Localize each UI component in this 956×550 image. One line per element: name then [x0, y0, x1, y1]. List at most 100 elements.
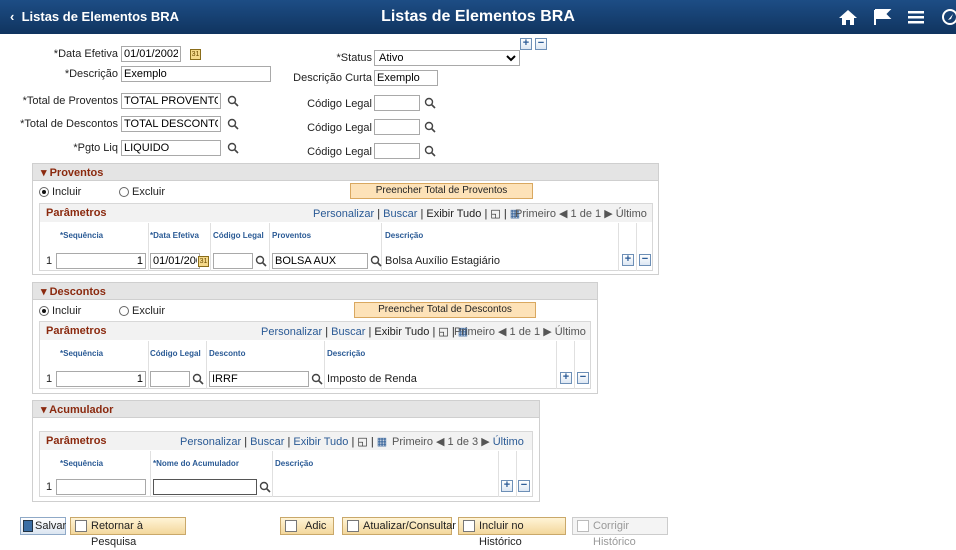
- total-descontos-label: *Total de Descontos: [20, 118, 118, 130]
- add-row-button[interactable]: +: [501, 480, 513, 492]
- primeiro-link[interactable]: Primeiro: [515, 208, 556, 220]
- add-row-button[interactable]: +: [520, 38, 532, 50]
- home-icon[interactable]: [838, 8, 858, 26]
- primeiro-link[interactable]: Primeiro: [392, 436, 433, 448]
- nome-acumulador-input[interactable]: [153, 479, 257, 495]
- download-icon[interactable]: ▦: [377, 436, 387, 448]
- primeiro-link[interactable]: Primeiro: [454, 326, 495, 338]
- sequencia-input[interactable]: [56, 479, 146, 495]
- delete-row-button[interactable]: −: [639, 254, 651, 266]
- total-descontos-input[interactable]: [121, 116, 221, 132]
- descricao-input[interactable]: [121, 66, 271, 82]
- search-icon[interactable]: [192, 373, 204, 385]
- acumulador-header[interactable]: ▾ Acumulador: [33, 401, 539, 418]
- separator: |: [484, 208, 488, 220]
- descontos-title[interactable]: ▾ Descontos: [41, 285, 106, 298]
- calendar-icon[interactable]: 31: [198, 256, 209, 267]
- personalizar-link[interactable]: Personalizar: [180, 436, 241, 448]
- search-icon[interactable]: [227, 118, 239, 130]
- search-icon[interactable]: [424, 145, 436, 157]
- save-icon: [23, 520, 33, 532]
- preencher-descontos-button[interactable]: Preencher Total de Descontos: [354, 302, 536, 318]
- proventos-header[interactable]: ▾ Proventos: [33, 164, 658, 181]
- zoom-icon[interactable]: ◱: [490, 208, 500, 220]
- prev-icon[interactable]: ◀: [559, 208, 567, 220]
- data-efetiva-input[interactable]: [150, 253, 200, 269]
- codigo-legal-input[interactable]: [374, 95, 420, 111]
- desconto-input[interactable]: [209, 371, 309, 387]
- codigo-legal-input[interactable]: [374, 143, 420, 159]
- buscar-link[interactable]: Buscar: [383, 208, 417, 220]
- search-icon[interactable]: [259, 481, 271, 493]
- proventos-group: ▾ Proventos Incluir Excluir Preencher To…: [32, 163, 659, 275]
- delete-row-button[interactable]: −: [577, 372, 589, 384]
- search-icon[interactable]: [227, 142, 239, 154]
- col-sequencia: *Sequência: [60, 459, 104, 468]
- acumulador-title[interactable]: ▾ Acumulador: [41, 403, 113, 416]
- status-select[interactable]: Ativo: [374, 50, 520, 66]
- sequencia-input[interactable]: [56, 371, 146, 387]
- incluir-radio[interactable]: [39, 306, 49, 316]
- search-icon[interactable]: [255, 255, 267, 267]
- buscar-link[interactable]: Buscar: [250, 436, 284, 448]
- add-icon: [285, 520, 297, 532]
- delete-row-button[interactable]: −: [535, 38, 547, 50]
- top-bar: ‹ Listas de Elementos BRA Listas de Elem…: [0, 0, 956, 34]
- update-display-button[interactable]: Atualizar/Consultar: [342, 517, 456, 535]
- ultimo-link[interactable]: Último: [616, 208, 647, 220]
- exibir-tudo-link[interactable]: Exibir Tudo: [374, 326, 429, 338]
- total-proventos-input[interactable]: [121, 93, 221, 109]
- navbar-icon[interactable]: [940, 8, 956, 26]
- personalizar-link[interactable]: Personalizar: [261, 326, 322, 338]
- save-label: Salvar: [35, 520, 67, 532]
- search-icon[interactable]: [424, 121, 436, 133]
- exibir-tudo-link[interactable]: Exibir Tudo: [293, 436, 348, 448]
- calendar-icon[interactable]: 31: [190, 49, 201, 60]
- return-to-search-button[interactable]: Retornar à Pesquisa: [70, 517, 186, 548]
- incluir-radio[interactable]: [39, 187, 49, 197]
- search-icon[interactable]: [227, 95, 239, 107]
- exibir-tudo-link[interactable]: Exibir Tudo: [426, 208, 481, 220]
- next-icon[interactable]: ▶: [543, 326, 551, 338]
- proventos-title[interactable]: ▾ Proventos: [41, 166, 103, 179]
- pgto-liq-input[interactable]: [121, 140, 221, 156]
- search-icon[interactable]: [311, 373, 323, 385]
- prev-icon[interactable]: ◀: [498, 326, 506, 338]
- excluir-radio[interactable]: [119, 187, 129, 197]
- next-icon[interactable]: ▶: [481, 436, 489, 448]
- add-row-button[interactable]: +: [560, 372, 572, 384]
- zoom-icon[interactable]: ◱: [438, 326, 448, 338]
- search-icon[interactable]: [370, 255, 382, 267]
- provento-input[interactable]: [272, 253, 368, 269]
- data-efetiva-input[interactable]: [121, 46, 181, 62]
- next-icon[interactable]: ▶: [604, 208, 612, 220]
- excluir-radio[interactable]: [119, 306, 129, 316]
- data-efetiva-label: *Data Efetiva: [53, 48, 118, 60]
- back-button[interactable]: ‹ Listas de Elementos BRA: [10, 0, 179, 34]
- codigo-legal-label: Código Legal: [307, 146, 372, 158]
- add-button[interactable]: Adic: [280, 517, 334, 535]
- descricao-curta-input[interactable]: [374, 70, 438, 86]
- save-button[interactable]: Salvar: [20, 517, 66, 535]
- preencher-proventos-button[interactable]: Preencher Total de Proventos: [350, 183, 533, 199]
- divider: [210, 223, 211, 271]
- correct-history-button[interactable]: Corrigir Histórico: [572, 517, 668, 548]
- codigo-legal-input[interactable]: [213, 253, 253, 269]
- codigo-legal-input[interactable]: [150, 371, 190, 387]
- prev-icon[interactable]: ◀: [436, 436, 444, 448]
- descontos-header[interactable]: ▾ Descontos: [33, 283, 597, 300]
- codigo-legal-input[interactable]: [374, 119, 420, 135]
- menu-icon[interactable]: [906, 8, 926, 26]
- ultimo-link[interactable]: Último: [493, 436, 524, 448]
- search-icon[interactable]: [424, 97, 436, 109]
- ultimo-link[interactable]: Último: [555, 326, 586, 338]
- sequencia-input[interactable]: [56, 253, 146, 269]
- flag-icon[interactable]: [872, 8, 892, 26]
- col-nome-acumulador: *Nome do Acumulador: [153, 459, 239, 468]
- personalizar-link[interactable]: Personalizar: [313, 208, 374, 220]
- add-row-button[interactable]: +: [622, 254, 634, 266]
- include-history-button[interactable]: Incluir no Histórico: [458, 517, 566, 548]
- zoom-icon[interactable]: ◱: [357, 436, 367, 448]
- buscar-link[interactable]: Buscar: [331, 326, 365, 338]
- delete-row-button[interactable]: −: [518, 480, 530, 492]
